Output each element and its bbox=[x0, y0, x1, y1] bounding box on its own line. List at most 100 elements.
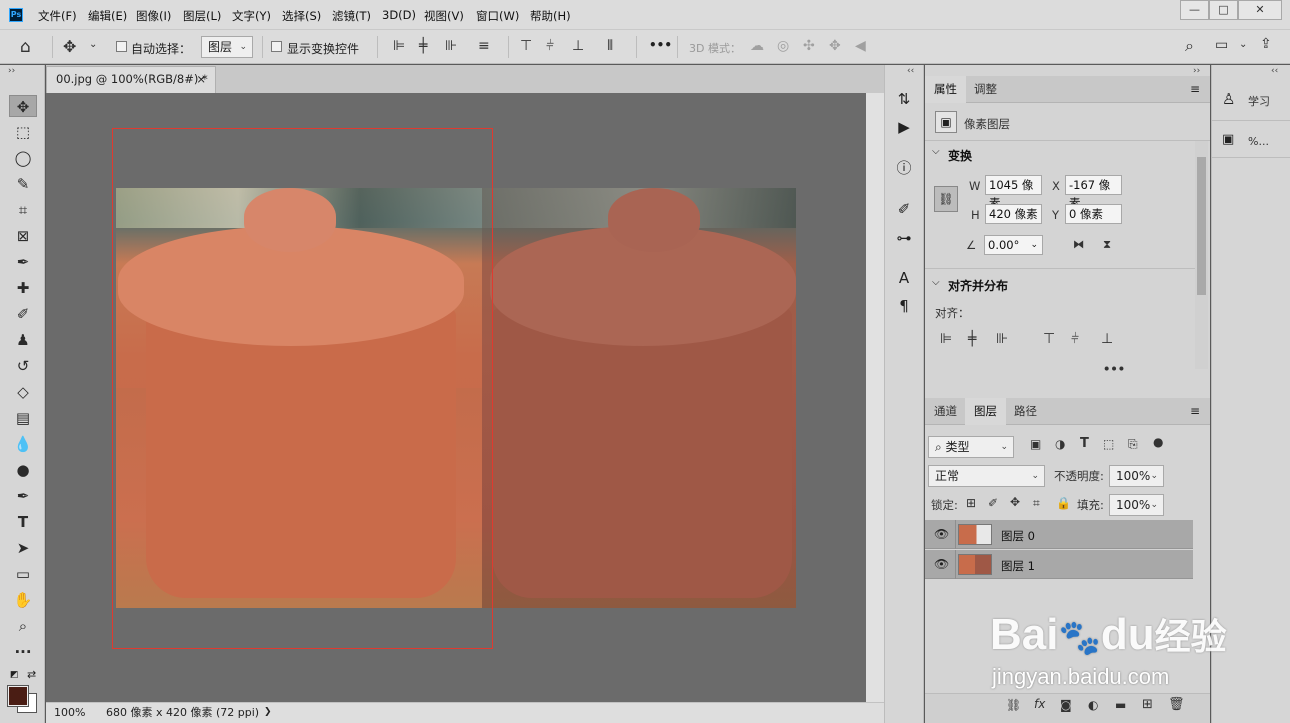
libraries-icon[interactable]: ▣ bbox=[1222, 132, 1234, 147]
width-input[interactable]: 1045 像素 bbox=[985, 175, 1042, 210]
filter-type-icon[interactable]: T bbox=[1080, 436, 1089, 451]
align-bottom-icon[interactable]: ⊥ bbox=[572, 38, 584, 54]
close-tab-icon[interactable]: × bbox=[196, 67, 206, 92]
rectangle-tool-icon[interactable]: ▭ bbox=[9, 563, 37, 585]
actions-panel-icon[interactable]: ▶ bbox=[893, 116, 915, 138]
menu-filter[interactable]: 滤镜(T) bbox=[332, 8, 371, 24]
align-bottom-icon[interactable]: ⊥ bbox=[1101, 331, 1113, 347]
align-vcenter-icon[interactable]: ⫩ bbox=[1071, 331, 1079, 347]
character-panel-icon[interactable]: A bbox=[893, 267, 915, 289]
flip-vertical-icon[interactable]: ⧗ bbox=[1103, 237, 1111, 252]
show-transform-checkbox[interactable] bbox=[271, 41, 282, 52]
fill-input[interactable]: 100% ⌄ bbox=[1109, 494, 1164, 516]
filter-shape-icon[interactable]: ⬚ bbox=[1103, 437, 1114, 451]
filter-adjustment-icon[interactable]: ◑ bbox=[1055, 437, 1065, 451]
eraser-tool-icon[interactable]: ◇ bbox=[9, 381, 37, 403]
lasso-tool-icon[interactable]: ◯ bbox=[9, 147, 37, 169]
lock-artboard-icon[interactable]: ⌗ bbox=[1033, 496, 1040, 511]
image-layer-adjusted[interactable] bbox=[482, 188, 796, 608]
link-layers-icon[interactable]: ⛓ bbox=[1006, 698, 1021, 712]
align-right-icon[interactable]: ⊪ bbox=[445, 38, 457, 54]
vertical-scrollbar[interactable] bbox=[866, 93, 884, 702]
document-tab[interactable]: 00.jpg @ 100%(RGB/8#) * × bbox=[46, 66, 216, 93]
menu-view[interactable]: 视图(V) bbox=[424, 8, 464, 24]
align-hcenter-icon[interactable]: ╪ bbox=[419, 38, 427, 54]
chevron-down-icon[interactable]: ⌄ bbox=[89, 39, 97, 50]
history-brush-tool-icon[interactable]: ↺ bbox=[9, 355, 37, 377]
menu-help[interactable]: 帮助(H) bbox=[530, 8, 571, 24]
3d-camera-icon[interactable]: ◀ bbox=[855, 38, 866, 54]
more-options-button[interactable]: ••• bbox=[649, 38, 672, 52]
dodge-tool-icon[interactable]: ● bbox=[9, 459, 37, 481]
chevron-down-icon[interactable]: ⌵ bbox=[932, 146, 940, 157]
collapse-icon[interactable]: ›› bbox=[1193, 66, 1200, 76]
align-vcenter-icon[interactable]: ⫩ bbox=[546, 38, 554, 54]
tab-adjustments[interactable]: 调整 bbox=[965, 76, 1006, 103]
layer-name[interactable]: 图层 1 bbox=[1001, 558, 1035, 574]
collapse-icon[interactable]: ‹‹ bbox=[907, 66, 914, 76]
distribute-vertical-icon[interactable]: ≡ bbox=[478, 38, 490, 54]
edit-toolbar-icon[interactable]: ··· bbox=[9, 641, 37, 663]
panel-menu-icon[interactable]: ≡ bbox=[1190, 82, 1200, 96]
height-input[interactable]: 420 像素 bbox=[985, 204, 1042, 224]
align-top-icon[interactable]: ⊤ bbox=[1043, 331, 1055, 347]
fx-icon[interactable]: fx bbox=[1034, 697, 1045, 711]
trash-icon[interactable]: 🗑 bbox=[1168, 697, 1185, 712]
tab-layers[interactable]: 图层 bbox=[965, 398, 1006, 425]
lock-transparency-icon[interactable]: ⊞ bbox=[966, 496, 976, 510]
more-align-button[interactable]: ••• bbox=[1103, 362, 1125, 376]
blur-tool-icon[interactable]: 💧 bbox=[9, 433, 37, 455]
angle-input[interactable]: 0.00° ⌄ bbox=[984, 235, 1043, 255]
type-tool-icon[interactable]: T bbox=[9, 511, 37, 533]
eye-icon[interactable]: 👁 bbox=[934, 557, 949, 571]
align-left-icon[interactable]: ⊫ bbox=[940, 331, 952, 347]
path-select-tool-icon[interactable]: ➤ bbox=[9, 537, 37, 559]
link-icon[interactable]: ⛓ bbox=[934, 186, 958, 212]
marquee-tool-icon[interactable]: ⬚ bbox=[9, 121, 37, 143]
distribute-horizontal-icon[interactable]: ⦀ bbox=[607, 38, 613, 54]
restore-button[interactable]: □ bbox=[1209, 0, 1238, 20]
align-left-icon[interactable]: ⊫ bbox=[393, 38, 405, 54]
home-icon[interactable]: ⌂ bbox=[20, 37, 31, 57]
swap-colors-icon[interactable]: ⇄ bbox=[27, 668, 36, 681]
scrollbar-thumb[interactable] bbox=[1197, 157, 1206, 295]
properties-scrollbar[interactable] bbox=[1195, 141, 1208, 369]
menu-image[interactable]: 图像(I) bbox=[136, 8, 171, 24]
panel-menu-icon[interactable]: ≡ bbox=[1190, 404, 1200, 418]
new-layer-icon[interactable]: ⊞ bbox=[1142, 697, 1153, 712]
y-input[interactable]: 0 像素 bbox=[1065, 204, 1122, 224]
crop-tool-icon[interactable]: ⌗ bbox=[9, 199, 37, 221]
expand-icon[interactable]: ›› bbox=[8, 66, 15, 76]
layer-name[interactable]: 图层 0 bbox=[1001, 528, 1035, 544]
status-menu-arrow[interactable]: ❯ bbox=[264, 703, 272, 722]
chevron-down-icon[interactable]: ⌵ bbox=[932, 277, 940, 288]
frame-tool-icon[interactable]: ⊠ bbox=[9, 225, 37, 247]
eyedropper-tool-icon[interactable]: ✒ bbox=[9, 251, 37, 273]
minimize-button[interactable]: — bbox=[1180, 0, 1209, 20]
filter-pixel-icon[interactable]: ▣ bbox=[1030, 437, 1041, 451]
menu-layer[interactable]: 图层(L) bbox=[183, 8, 221, 24]
x-input[interactable]: -167 像素 bbox=[1065, 175, 1122, 210]
layer-row[interactable]: 👁 图层 0 bbox=[925, 520, 1193, 549]
chevron-down-icon[interactable]: ⌄ bbox=[1239, 39, 1247, 50]
percent-label[interactable]: %... bbox=[1248, 135, 1269, 148]
pen-tool-icon[interactable]: ✒ bbox=[9, 485, 37, 507]
flip-horizontal-icon[interactable]: ⧓ bbox=[1073, 237, 1085, 251]
3d-slide-icon[interactable]: ✥ bbox=[829, 38, 841, 54]
adjustments-sliders-icon[interactable]: ⊶ bbox=[893, 227, 915, 249]
auto-select-checkbox[interactable] bbox=[116, 41, 127, 52]
stamp-tool-icon[interactable]: ♟ bbox=[9, 329, 37, 351]
quick-select-tool-icon[interactable]: ✎ bbox=[9, 173, 37, 195]
layer-filter-dropdown[interactable]: ⌕ 类型 ⌄ bbox=[928, 436, 1014, 458]
brush-settings-icon[interactable]: ✐ bbox=[893, 198, 915, 220]
auto-select-dropdown[interactable]: 图层 ⌄ bbox=[201, 36, 253, 58]
menu-file[interactable]: 文件(F) bbox=[38, 8, 77, 24]
history-panel-icon[interactable]: ⇅ bbox=[893, 88, 915, 110]
menu-type[interactable]: 文字(Y) bbox=[232, 8, 271, 24]
paragraph-panel-icon[interactable]: ¶ bbox=[893, 295, 915, 317]
workspace-icon[interactable]: ▭ bbox=[1215, 37, 1228, 53]
learn-label[interactable]: 学习 bbox=[1248, 93, 1270, 109]
search-icon[interactable]: ⌕ bbox=[1185, 36, 1194, 56]
adjustment-layer-icon[interactable]: ◐ bbox=[1088, 698, 1098, 712]
share-icon[interactable]: ⇪ bbox=[1260, 36, 1272, 52]
